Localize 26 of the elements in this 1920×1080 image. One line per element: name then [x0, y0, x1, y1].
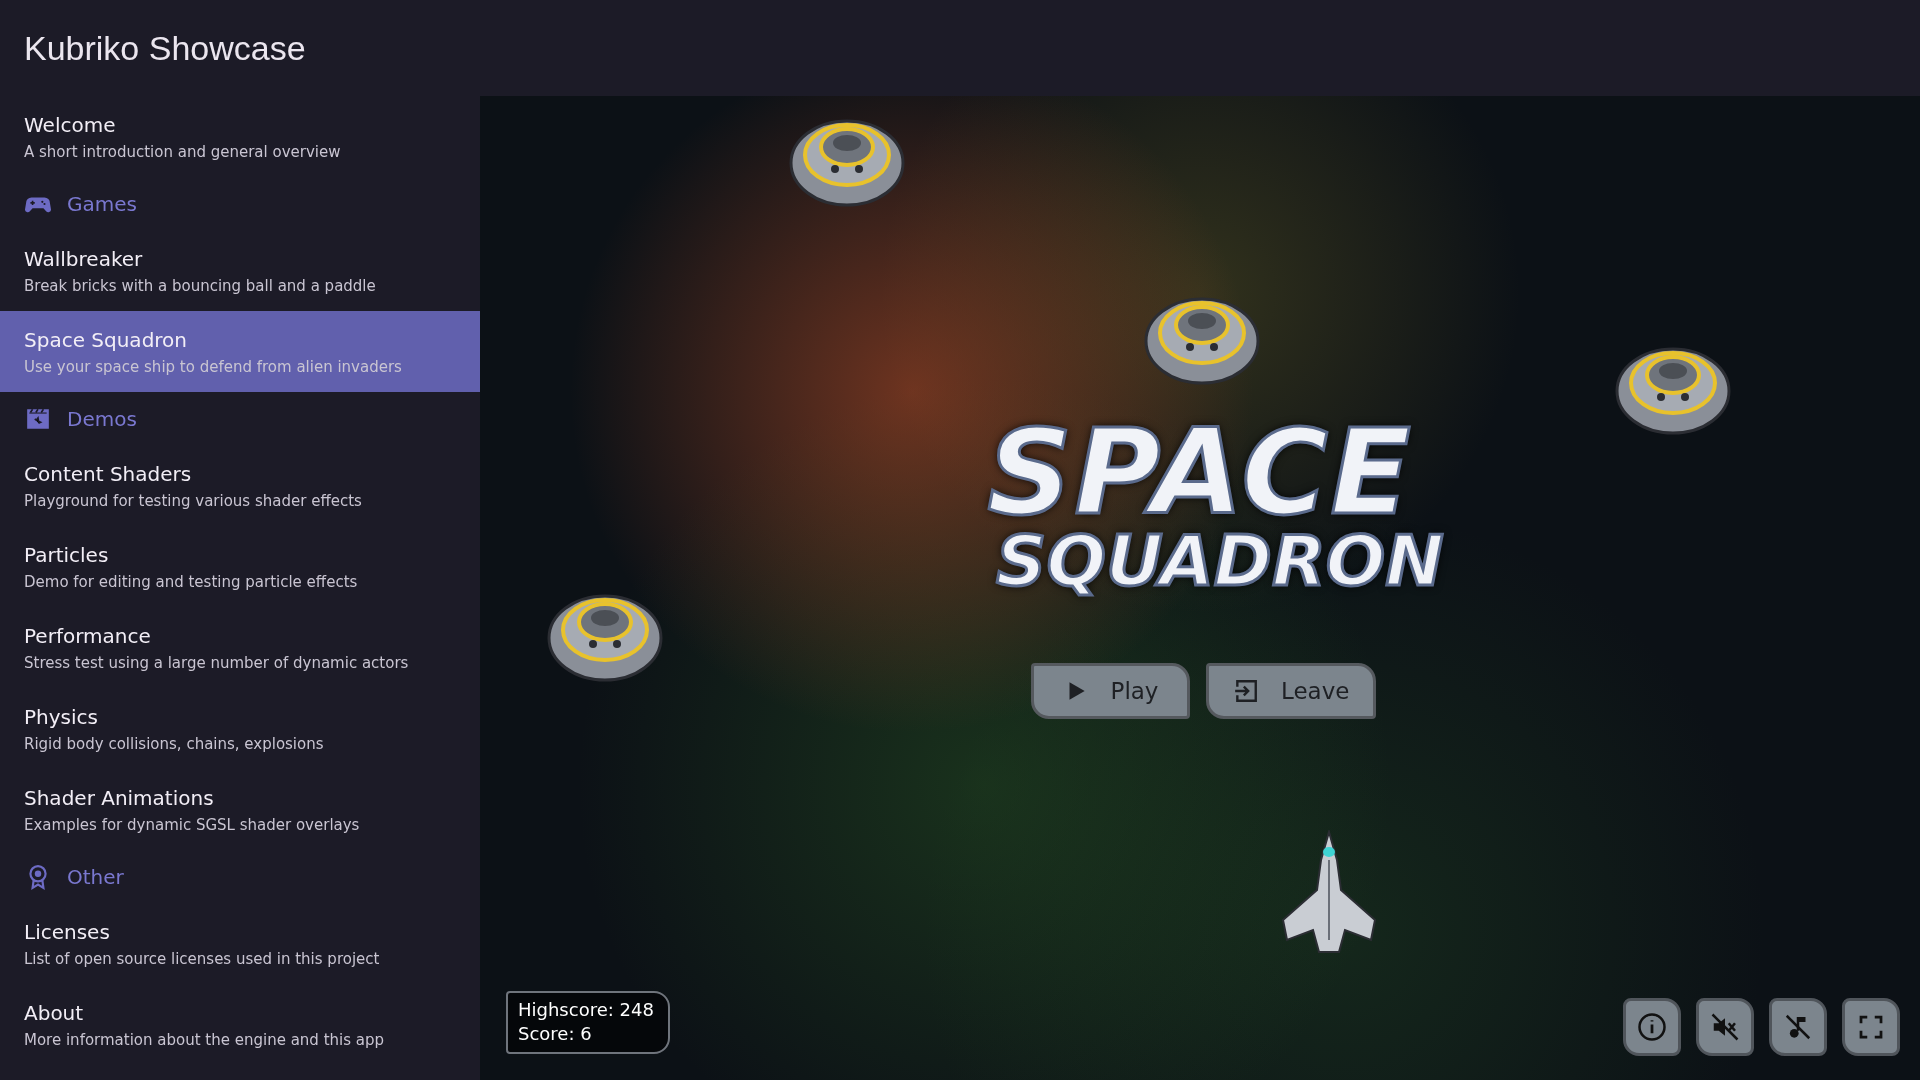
nav-item[interactable]: Performance Stress test using a large number of dynamic actors: [0, 607, 480, 688]
app-title: Kubriko Showcase: [23, 27, 307, 69]
info-icon: [1637, 1012, 1667, 1042]
music-off-button[interactable]: [1769, 998, 1827, 1056]
section-label: Other: [67, 864, 124, 889]
score-text: Score: 6: [518, 1021, 593, 1045]
highscore-text: Highscore: 248: [518, 998, 654, 1022]
nav-item[interactable]: Welcome A short introduction and general overview: [0, 96, 480, 177]
nav-item[interactable]: Space Squadron Use your space ship to defend from alien invaders: [0, 311, 480, 392]
music-off-icon: [1783, 1012, 1813, 1042]
nav-item[interactable]: Content Shaders Playground for testing various shader effects: [0, 445, 480, 526]
section-label: Demos: [67, 406, 137, 431]
speaker-muted-icon: [1710, 1012, 1740, 1042]
section-label: Games: [67, 191, 137, 216]
nav-item[interactable]: Shader Animations Examples for dynamic SGSL shader overlays: [0, 769, 480, 850]
play-button[interactable]: Play: [1031, 663, 1190, 719]
nav-item[interactable]: Particles Demo for editing and testing particle effects: [0, 526, 480, 607]
leave-button[interactable]: Leave: [1206, 663, 1377, 719]
mute-sound-button[interactable]: [1696, 998, 1754, 1056]
nav-item[interactable]: Wallbreaker Break bricks with a bouncing ball and a paddle: [0, 230, 480, 311]
nav-item[interactable]: About More information about the engine and this app: [0, 984, 480, 1065]
nav-item[interactable]: Physics Rigid body collisions, chains, explosions: [0, 688, 480, 769]
nav-item[interactable]: Licenses List of open source licenses used in this project: [0, 903, 480, 984]
fullscreen-button[interactable]: [1842, 998, 1900, 1056]
exit-icon: [1233, 678, 1259, 704]
info-button[interactable]: [1623, 998, 1681, 1056]
